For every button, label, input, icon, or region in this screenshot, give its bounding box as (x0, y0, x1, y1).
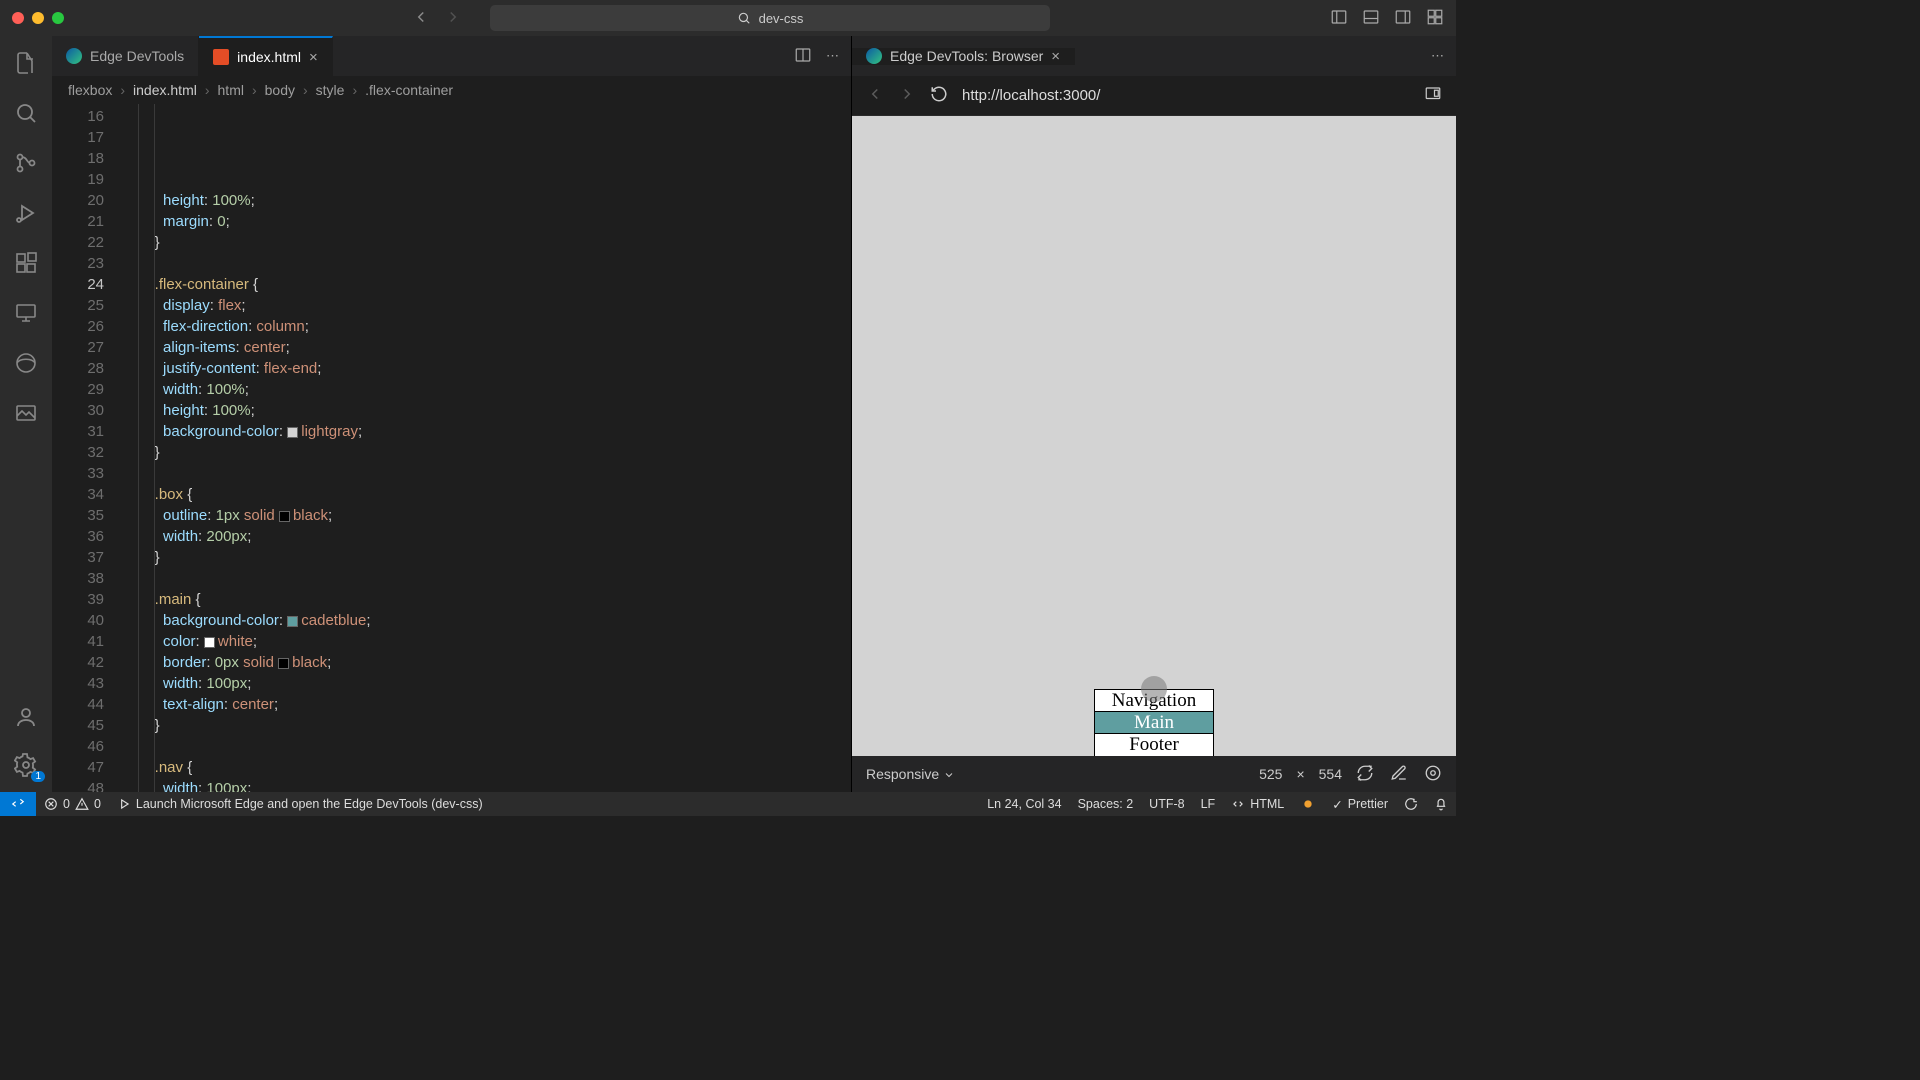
command-center[interactable]: dev-css (490, 5, 1050, 31)
bc-item[interactable]: body (265, 82, 295, 98)
panel-bottom-icon[interactable] (1362, 8, 1380, 29)
more-actions-icon[interactable]: ⋯ (826, 48, 839, 64)
minimize-window-button[interactable] (32, 12, 44, 24)
tab-label: index.html (237, 49, 301, 65)
tab-index-html[interactable]: index.html × (199, 36, 333, 76)
url-bar[interactable]: http://localhost:3000/ (962, 87, 1410, 104)
gallery-icon[interactable] (13, 400, 39, 426)
responsive-dropdown[interactable]: Responsive (866, 766, 955, 782)
tab-edge-devtools[interactable]: Edge DevTools (52, 36, 199, 76)
nav-back-button[interactable] (412, 8, 430, 29)
run-debug-icon[interactable] (13, 200, 39, 226)
bc-item[interactable]: index.html (133, 82, 197, 98)
activity-bar (0, 36, 52, 792)
browser-forward-button[interactable] (898, 85, 916, 106)
explorer-icon[interactable] (13, 50, 39, 76)
settings-gear-icon[interactable] (13, 752, 39, 778)
tab-label: Edge DevTools: Browser (890, 48, 1043, 64)
editor-tabs: Edge DevTools index.html × ⋯ (52, 36, 851, 76)
editor-group: Edge DevTools index.html × ⋯ flexbox› in… (52, 36, 852, 792)
demo-main-box: Main (1095, 712, 1213, 734)
traffic-lights (12, 12, 64, 24)
panel-right-icon[interactable] (1394, 8, 1412, 29)
language-mode[interactable]: HTML (1223, 796, 1292, 812)
panel-left-icon[interactable] (1330, 8, 1348, 29)
status-bar: 0 0 Launch Microsoft Edge and open the E… (0, 792, 1456, 816)
browser-back-button[interactable] (866, 85, 884, 106)
more-actions-icon[interactable]: ⋯ (1431, 48, 1444, 64)
tab-label: Edge DevTools (90, 48, 184, 64)
remote-button[interactable] (0, 792, 36, 816)
eol[interactable]: LF (1193, 796, 1224, 812)
go-live-button[interactable] (1292, 796, 1324, 812)
encoding[interactable]: UTF-8 (1141, 796, 1192, 812)
viewport-height[interactable]: 554 (1319, 766, 1342, 782)
close-icon[interactable]: × (1051, 48, 1060, 65)
prettier-status[interactable]: ✓ Prettier (1324, 796, 1396, 812)
edge-icon (66, 48, 82, 64)
cursor-indicator (1141, 676, 1167, 702)
layout-icon[interactable] (1426, 8, 1444, 29)
bc-item[interactable]: style (316, 82, 345, 98)
browser-statusbar: Responsive 525 × 554 (852, 756, 1456, 792)
screencast-target-icon[interactable] (1424, 764, 1442, 785)
bc-item[interactable]: .flex-container (365, 82, 453, 98)
project-name: dev-css (759, 11, 804, 26)
viewport-width[interactable]: 525 (1259, 766, 1282, 782)
bell-icon[interactable] (1426, 796, 1456, 812)
split-editor-icon[interactable] (794, 46, 812, 67)
demo-footer-box: Footer (1095, 734, 1213, 756)
browser-reload-button[interactable] (930, 85, 948, 106)
remote-explorer-icon[interactable] (13, 300, 39, 326)
close-window-button[interactable] (12, 12, 24, 24)
close-icon[interactable]: × (309, 49, 318, 66)
rotate-icon[interactable] (1356, 764, 1374, 785)
accounts-icon[interactable] (13, 704, 39, 730)
screencast-edit-icon[interactable] (1390, 764, 1408, 785)
feedback-icon[interactable] (1396, 796, 1426, 812)
cursor-position[interactable]: Ln 24, Col 34 (979, 796, 1069, 812)
source-control-icon[interactable] (13, 150, 39, 176)
html5-icon (213, 49, 229, 65)
search-icon[interactable] (13, 100, 39, 126)
nav-forward-button[interactable] (444, 8, 462, 29)
devtools-toggle-icon[interactable] (1424, 85, 1442, 106)
breadcrumbs[interactable]: flexbox› index.html› html› body› style› … (52, 76, 851, 104)
maximize-window-button[interactable] (52, 12, 64, 24)
browser-panel: Edge DevTools: Browser × ⋯ http://localh… (852, 36, 1456, 792)
edge-icon (866, 48, 882, 64)
browser-viewport[interactable]: Navigation Main Footer (852, 116, 1456, 756)
browser-toolbar: http://localhost:3000/ (852, 76, 1456, 116)
edge-tools-icon[interactable] (13, 350, 39, 376)
indentation[interactable]: Spaces: 2 (1070, 796, 1142, 812)
dimension-x-icon: × (1296, 766, 1304, 782)
titlebar: dev-css (0, 0, 1456, 36)
bc-item[interactable]: html (218, 82, 244, 98)
launch-edge-hint[interactable]: Launch Microsoft Edge and open the Edge … (109, 797, 491, 811)
problems-button[interactable]: 0 0 (36, 797, 109, 811)
extensions-icon[interactable] (13, 250, 39, 276)
code-editor[interactable]: 1617181920212223242526272829303132333435… (52, 104, 851, 792)
bc-item[interactable]: flexbox (68, 82, 112, 98)
tab-edge-browser[interactable]: Edge DevTools: Browser × (852, 48, 1075, 65)
